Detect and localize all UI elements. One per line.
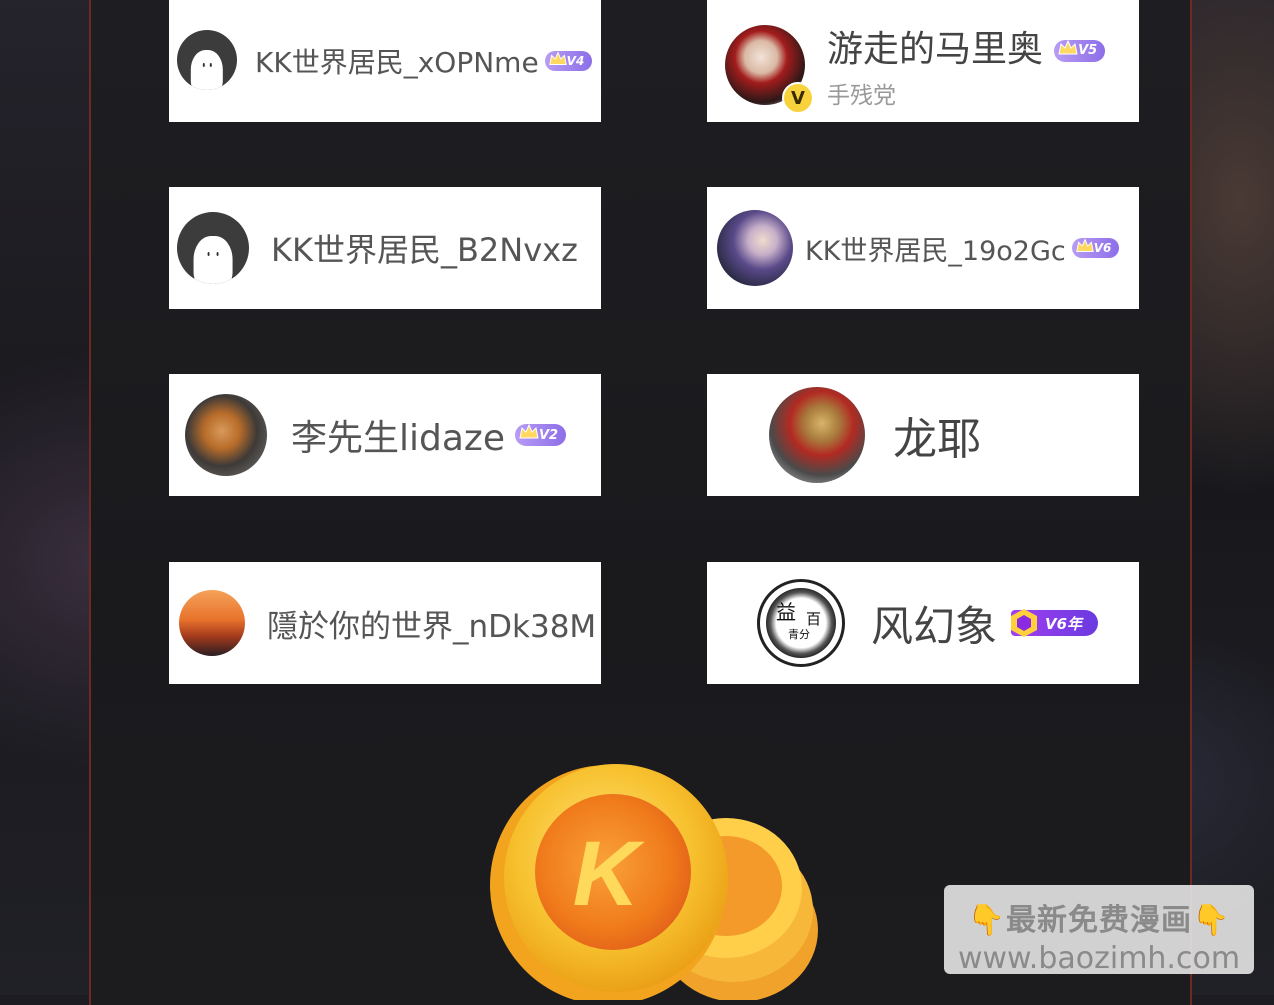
calligraphy-text: 益 bbox=[776, 600, 796, 624]
verified-icon: V bbox=[782, 82, 814, 114]
kk-coin-icon: K bbox=[488, 760, 818, 1005]
level-text: V2 bbox=[538, 427, 559, 443]
watermark-url[interactable]: www.baozimh.com bbox=[944, 941, 1254, 976]
coin-stack-icon: K bbox=[490, 764, 818, 1005]
level-text: V6年 bbox=[1045, 614, 1083, 633]
user-card[interactable]: 隱於你的世界_nDk38M bbox=[169, 562, 601, 684]
user-card[interactable]: KK世界居民_B2Nvxz bbox=[169, 187, 601, 309]
crown-icon bbox=[1058, 39, 1078, 54]
user-card[interactable]: KK世界居民_19o2Gc V6 bbox=[707, 187, 1139, 309]
calligraphy-avatar[interactable]: 益 百 青分 bbox=[757, 579, 845, 667]
level-text: V6 bbox=[1093, 241, 1112, 255]
user-card[interactable]: 龙耶 bbox=[707, 374, 1139, 496]
user-name[interactable]: KK世界居民_xOPNme bbox=[255, 41, 539, 81]
calligraphy-text: 青分 bbox=[788, 628, 810, 641]
crown-icon bbox=[519, 423, 539, 439]
level-text: V4 bbox=[566, 54, 585, 68]
user-name[interactable]: 风幻象 bbox=[871, 593, 997, 654]
watermark-banner[interactable]: 👇最新免费漫画👇 www.baozimh.com bbox=[944, 885, 1254, 976]
level-text: V5 bbox=[1078, 43, 1098, 58]
anime-avatar[interactable] bbox=[717, 210, 793, 286]
user-tag: 手残党 bbox=[827, 83, 896, 109]
coin-letter: K bbox=[573, 823, 646, 925]
annual-level-badge: V6年 bbox=[1011, 609, 1099, 637]
crown-icon bbox=[1075, 238, 1094, 252]
level-badge: V6 bbox=[1071, 238, 1120, 258]
user-name[interactable]: 游走的马里奥 bbox=[827, 29, 1043, 70]
level-badge: V2 bbox=[514, 423, 567, 446]
sunset-avatar[interactable] bbox=[179, 590, 245, 656]
user-name[interactable]: 隱於你的世界_nDk38M bbox=[267, 601, 596, 646]
user-card[interactable]: V 游走的马里奥 V5 手残党 bbox=[707, 0, 1139, 122]
crown-icon bbox=[548, 51, 567, 65]
hexagon-icon bbox=[1011, 609, 1038, 637]
user-name[interactable]: 李先生lidaze bbox=[291, 409, 505, 461]
user-card[interactable]: 益 百 青分 风幻象 V6年 bbox=[707, 562, 1139, 684]
user-card[interactable]: 李先生lidaze V2 bbox=[169, 374, 601, 496]
user-name[interactable]: 龙耶 bbox=[893, 403, 981, 467]
user-card[interactable]: KK世界居民_xOPNme V4 bbox=[169, 0, 601, 122]
ultraman-avatar[interactable] bbox=[769, 387, 865, 483]
user-info: 游走的马里奥 V5 手残党 bbox=[827, 20, 1106, 110]
user-name[interactable]: KK世界居民_19o2Gc bbox=[805, 229, 1066, 268]
level-badge: V4 bbox=[544, 51, 593, 71]
default-avatar[interactable] bbox=[177, 30, 237, 90]
level-badge: V5 bbox=[1054, 39, 1106, 62]
watermark-title: 👇最新免费漫画👇 bbox=[967, 903, 1231, 938]
dog-avatar[interactable] bbox=[185, 394, 267, 476]
user-name[interactable]: KK世界居民_B2Nvxz bbox=[271, 225, 578, 271]
default-avatar[interactable] bbox=[177, 212, 249, 284]
